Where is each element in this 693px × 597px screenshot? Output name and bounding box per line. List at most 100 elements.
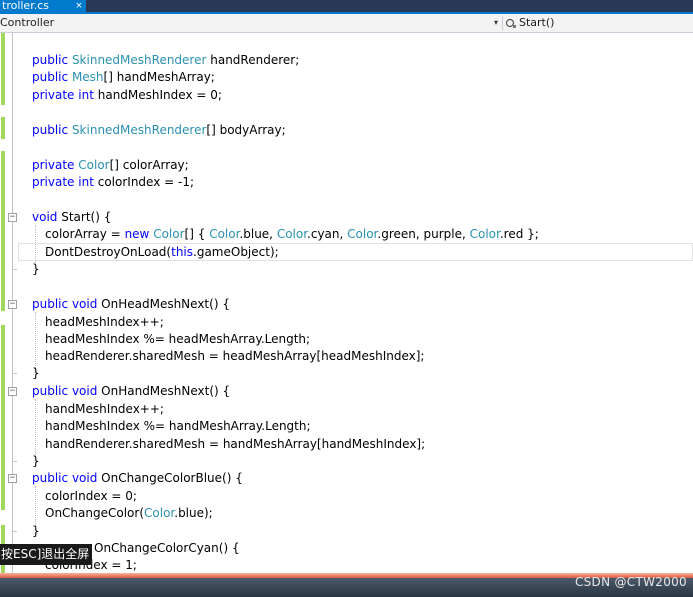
code-token: [] bodyArray; — [206, 123, 286, 137]
change-indicator — [1, 151, 5, 311]
code-line[interactable]: headRenderer.sharedMesh = headMeshArray[… — [45, 348, 424, 365]
keyword-token: private — [32, 175, 75, 189]
code-line[interactable]: public void OnHeadMeshNext() { — [32, 296, 230, 313]
member-selector-dropdown[interactable]: Start() — [519, 14, 554, 32]
code-line[interactable]: } — [32, 453, 40, 470]
navigation-bar: Controller ▾ Start() — [0, 14, 693, 33]
keyword-token: void — [71, 384, 98, 398]
collapse-toggle[interactable]: − — [8, 387, 17, 396]
code-token: .cyan, — [307, 227, 348, 241]
code-line[interactable]: } — [32, 365, 40, 382]
code-line[interactable]: public SkinnedMeshRenderer handRenderer; — [32, 52, 299, 69]
close-icon[interactable]: × — [74, 0, 84, 12]
code-token: OnHandMeshNext() { — [97, 384, 231, 398]
chevron-down-icon[interactable]: ▾ — [491, 14, 501, 32]
type-token: SkinnedMeshRenderer — [71, 53, 207, 67]
code-line[interactable]: handMeshIndex++; — [45, 401, 164, 418]
keyword-token: this — [171, 245, 194, 259]
code-line[interactable]: } — [32, 261, 40, 278]
code-line[interactable]: handMeshIndex %= handMeshArray.Length; — [45, 418, 311, 435]
code-token: handRenderer.sharedMesh = handMeshArray[… — [45, 437, 426, 451]
outline-end-marker — [12, 373, 17, 374]
code-line[interactable]: public SkinnedMeshRenderer[] bodyArray; — [32, 122, 286, 139]
keyword-token: public — [32, 384, 69, 398]
code-line[interactable]: private int handMeshIndex = 0; — [32, 87, 222, 104]
indent-guide — [35, 399, 36, 457]
code-line[interactable]: colorIndex = 0; — [45, 488, 137, 505]
code-token: colorArray = — [45, 227, 125, 241]
type-token: Color — [209, 227, 240, 241]
code-line[interactable]: public void OnChangeColorBlue() { — [32, 470, 243, 487]
code-token: handMeshIndex = 0; — [93, 88, 222, 102]
outline-end-marker — [12, 531, 17, 532]
class-selector-label: Controller — [0, 16, 55, 29]
code-line[interactable]: headMeshIndex %= headMeshArray.Length; — [45, 331, 310, 348]
outline-end-marker — [12, 461, 17, 462]
code-token: .green, purple, — [377, 227, 470, 241]
keyword-token: public — [32, 70, 69, 84]
keyword-token: private — [32, 88, 75, 102]
member-selector-label: Start() — [519, 16, 555, 29]
code-token: colorIndex = 0; — [45, 489, 137, 503]
type-token: Color — [347, 227, 378, 241]
code-token: } — [32, 524, 40, 538]
code-token: .blue, — [239, 227, 277, 241]
collapse-toggle[interactable]: − — [8, 300, 17, 309]
code-line[interactable]: handRenderer.sharedMesh = handMeshArray[… — [45, 436, 425, 453]
code-line[interactable]: OnChangeColorCyan() { — [94, 540, 240, 557]
code-token: handMeshIndex++; — [45, 402, 164, 416]
type-token: Color — [153, 227, 185, 241]
code-token: Start() { — [57, 210, 112, 224]
method-icon — [505, 16, 517, 30]
keyword-token: private — [32, 158, 75, 172]
code-token: headRenderer.sharedMesh = headMeshArray[… — [45, 349, 425, 363]
type-token: Color — [276, 227, 308, 241]
type-token: Color — [144, 506, 175, 520]
code-token: [] handMeshArray; — [103, 70, 215, 84]
change-indicator — [1, 117, 5, 139]
keyword-token: public — [32, 471, 69, 485]
collapse-toggle[interactable]: − — [8, 474, 17, 483]
code-token: OnChangeColorCyan() { — [94, 541, 240, 555]
document-tab[interactable]: troller.cs × — [0, 0, 86, 12]
code-line[interactable]: } — [32, 523, 40, 540]
code-token: } — [32, 262, 40, 276]
keyword-token: public — [32, 123, 69, 137]
code-token: } — [32, 454, 40, 468]
code-line[interactable]: private Color[] colorArray; — [32, 157, 189, 174]
type-token: SkinnedMeshRenderer — [71, 123, 207, 137]
type-token: Color — [78, 158, 110, 172]
code-line[interactable]: void Start() { — [32, 209, 111, 226]
code-line[interactable]: DontDestroyOnLoad(this.gameObject); — [45, 244, 279, 261]
document-tab-strip: troller.cs × — [0, 0, 693, 12]
indent-guide — [35, 486, 36, 526]
fullscreen-exit-hint: 按ESC]退出全屏 — [0, 544, 92, 565]
keyword-token: int — [78, 175, 94, 189]
code-editor[interactable]: − − − − public SkinnedMeshRenderer handR… — [0, 33, 693, 577]
code-token: .red }; — [499, 227, 539, 241]
code-token: OnChangeColor( — [45, 506, 145, 520]
code-line[interactable]: private int colorIndex = -1; — [32, 174, 194, 191]
keyword-token: int — [78, 88, 94, 102]
code-line[interactable]: public Mesh[] handMeshArray; — [32, 69, 215, 86]
document-tab-title: troller.cs — [2, 0, 49, 12]
code-token: .gameObject); — [193, 245, 279, 259]
code-line[interactable]: headMeshIndex++; — [45, 314, 164, 331]
type-token: Color — [469, 227, 500, 241]
code-line[interactable]: colorArray = new Color[] { Color.blue, C… — [45, 226, 539, 243]
code-line[interactable]: public void OnHandMeshNext() { — [32, 383, 230, 400]
indent-guide — [35, 312, 36, 370]
navbar-divider — [502, 16, 503, 30]
code-token: OnChangeColorBlue() { — [97, 471, 243, 485]
outline-end-marker — [12, 269, 17, 270]
class-selector-dropdown[interactable]: Controller — [0, 14, 502, 32]
watermark: CSDN @CTW2000 — [574, 575, 687, 589]
keyword-token: public — [32, 53, 69, 67]
collapse-toggle[interactable]: − — [8, 213, 17, 222]
code-token: [] colorArray; — [109, 158, 189, 172]
code-token: DontDestroyOnLoad( — [45, 245, 172, 259]
code-token: colorIndex = -1; — [93, 175, 195, 189]
code-line[interactable]: OnChangeColor(Color.blue); — [45, 505, 213, 522]
code-token: .blue); — [174, 506, 213, 520]
change-indicator — [1, 325, 5, 510]
